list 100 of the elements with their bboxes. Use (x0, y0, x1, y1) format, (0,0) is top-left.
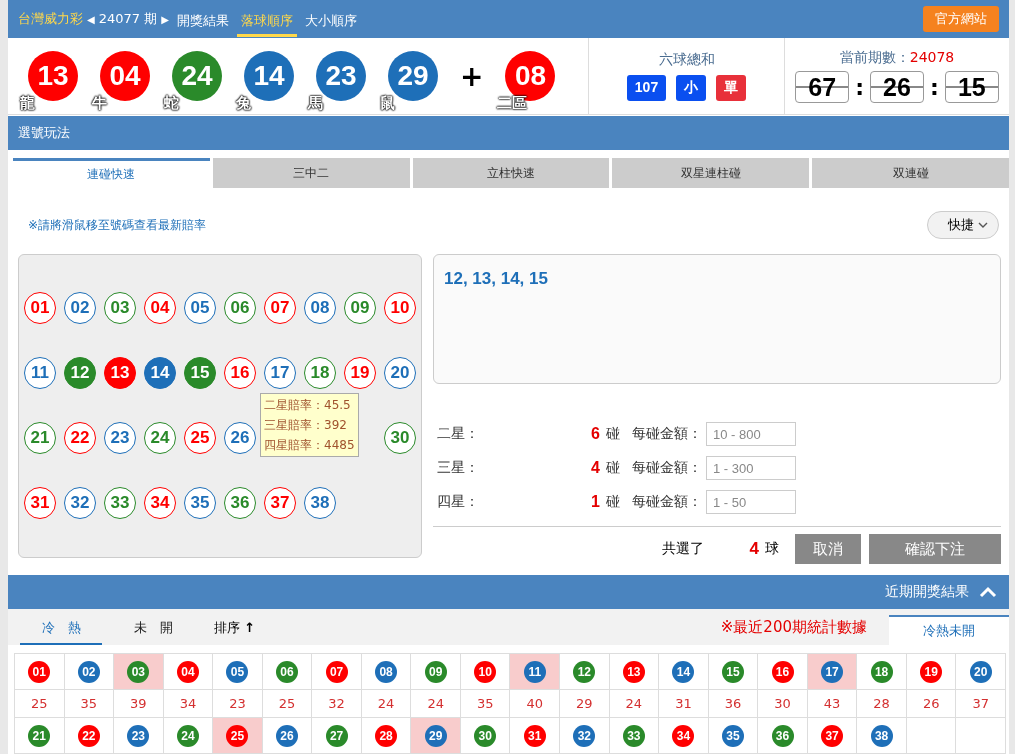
stat-ball: 20 (969, 660, 992, 683)
number-ball[interactable]: 25 (184, 422, 216, 454)
number-ball[interactable]: 08 (304, 292, 336, 324)
number-ball[interactable]: 15 (184, 357, 216, 389)
stat-ball: 08 (375, 660, 398, 683)
stat-count: 43 (823, 696, 841, 711)
number-ball[interactable]: 21 (24, 422, 56, 454)
number-ball[interactable]: 12 (64, 357, 96, 389)
stat-count: 37 (972, 696, 989, 711)
amount-input[interactable]: 10 - 800 (705, 422, 796, 446)
stat-ball: 07 (325, 660, 348, 683)
stat-ball: 09 (424, 660, 447, 683)
official-site-button[interactable]: 官方網站 (923, 6, 999, 32)
number-ball[interactable]: 35 (184, 487, 216, 519)
chevron-up-icon[interactable] (979, 586, 997, 598)
amount-input[interactable]: 1 - 300 (705, 456, 796, 480)
number-ball[interactable]: 36 (224, 487, 256, 519)
stat-ball: 04 (176, 660, 199, 683)
play-tab[interactable]: 立柱快速 (412, 158, 610, 188)
result-tab[interactable]: 落球順序 (236, 7, 297, 37)
result-tab[interactable]: 大小順序 (300, 7, 361, 37)
number-ball[interactable]: 10 (384, 292, 416, 324)
number-ball[interactable]: 26 (224, 422, 256, 454)
stat-tab[interactable]: 未 開 (112, 615, 194, 645)
stat-tab[interactable]: 冷 熱 (20, 615, 102, 645)
stat-ball: 01 (28, 660, 51, 683)
stat-ball: 18 (870, 660, 893, 683)
number-ball[interactable]: 30 (384, 422, 416, 454)
number-ball[interactable]: 38 (304, 487, 336, 519)
hint-text: ※請將滑鼠移至號碼查看最新賠率 (28, 216, 207, 234)
zodiac-label: 兔 (236, 94, 251, 113)
stat-count: 23 (229, 696, 246, 711)
section-title: 選號玩法 (8, 116, 1009, 150)
stat-count: 25 (278, 696, 296, 711)
number-ball[interactable]: 05 (184, 292, 216, 324)
star-label: 四星： (437, 493, 480, 511)
stat-count: 39 (130, 696, 147, 711)
recent-results-bar[interactable]: 近期開獎結果 (8, 575, 1009, 609)
result-tab[interactable]: 開獎結果 (172, 7, 233, 37)
number-ball[interactable]: 20 (384, 357, 416, 389)
recent-results-title: 近期開獎結果 (885, 583, 969, 601)
play-tab[interactable]: 双星連柱碰 (612, 158, 810, 188)
number-ball[interactable]: 22 (64, 422, 96, 454)
number-ball[interactable]: 02 (64, 292, 96, 324)
time-separator: : (855, 74, 864, 100)
number-ball[interactable]: 24 (144, 422, 176, 454)
number-ball[interactable]: 18 (304, 357, 336, 389)
stat-ball: 26 (276, 724, 298, 747)
number-ball[interactable]: 14 (144, 357, 176, 389)
quick-dropdown[interactable]: 快捷 (927, 211, 999, 239)
selected-numbers-box[interactable]: 12, 13, 14, 15 (433, 254, 1001, 384)
number-ball[interactable]: 13 (104, 357, 136, 389)
stat-ball: 35 (721, 724, 744, 747)
play-tab[interactable]: 双連碰 (812, 158, 1009, 188)
stat-count: 36 (724, 696, 742, 711)
amount-input[interactable]: 1 - 50 (705, 490, 796, 514)
number-ball[interactable]: 16 (224, 357, 256, 389)
cold-hot-tab[interactable]: 冷熱未開 (889, 615, 1009, 645)
countdown-digits: 15 (944, 71, 999, 103)
stat-count: 24 (427, 696, 444, 711)
game-name: 台灣威力彩 (18, 10, 83, 28)
sort-button[interactable]: 排序 ↑ (214, 619, 256, 645)
number-ball[interactable]: 03 (104, 292, 136, 324)
amount-label: 每碰金額： (631, 459, 702, 477)
number-ball[interactable]: 33 (104, 487, 136, 519)
number-ball[interactable]: 31 (24, 487, 56, 519)
chevron-down-icon (978, 222, 988, 228)
number-ball[interactable]: 07 (264, 292, 296, 324)
stat-ball: 15 (721, 660, 744, 683)
unit-label: 碰 (605, 493, 620, 511)
stat-ball: 03 (127, 660, 150, 683)
number-ball[interactable]: 34 (144, 487, 176, 519)
play-tab[interactable]: 三中二 (212, 158, 410, 188)
number-ball[interactable]: 23 (104, 422, 136, 454)
stat-ball: 10 (474, 660, 497, 683)
confirm-bet-button[interactable]: 確認下注 (869, 534, 1001, 564)
cancel-button[interactable]: 取消 (795, 534, 861, 564)
stats-note: ※最近200期統計數據 (720, 618, 867, 638)
stat-count: 35 (80, 696, 98, 711)
number-ball[interactable]: 19 (344, 357, 376, 389)
number-ball[interactable]: 09 (344, 292, 376, 324)
number-ball[interactable]: 06 (224, 292, 256, 324)
unit-label: 碰 (605, 459, 620, 477)
stat-ball: 21 (28, 724, 51, 747)
number-ball[interactable]: 37 (264, 487, 296, 519)
number-ball[interactable]: 01 (24, 292, 56, 324)
stat-ball: 24 (176, 724, 199, 747)
star-label: 三星： (437, 459, 480, 477)
stat-ball: 23 (127, 724, 150, 747)
stat-count: 29 (576, 696, 593, 711)
next-icon[interactable]: ▶ (161, 13, 169, 25)
number-ball[interactable]: 17 (264, 357, 296, 389)
number-ball[interactable]: 04 (144, 292, 176, 324)
previous-icon[interactable]: ◀ (87, 13, 95, 25)
stat-ball: 06 (276, 660, 298, 683)
stat-count: 28 (873, 696, 890, 711)
combo-count: 1 (591, 493, 600, 511)
number-ball[interactable]: 11 (24, 357, 56, 389)
number-ball[interactable]: 32 (64, 487, 96, 519)
stat-count: 30 (774, 696, 791, 711)
